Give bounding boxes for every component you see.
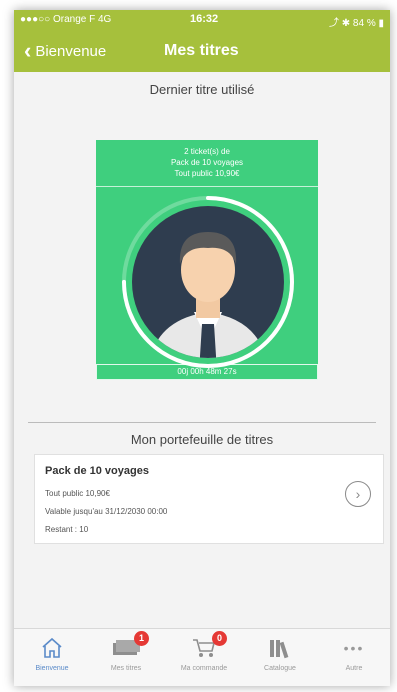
badge-count: 1 <box>134 631 149 646</box>
ticket-fare: Tout public 10,90€ <box>174 169 240 178</box>
tab-label: Catalogue <box>264 665 296 672</box>
tab-ma-commande[interactable]: 0 Ma commande <box>174 631 234 672</box>
tab-catalogue[interactable]: Catalogue <box>250 633 310 672</box>
ticket-divider <box>96 186 318 187</box>
wallet-ticket-price: Tout public 10,90€ <box>45 489 110 498</box>
chevron-right-icon[interactable]: › <box>345 481 371 507</box>
wallet-heading: Mon portefeuille de titres <box>130 432 274 447</box>
badge-count: 0 <box>212 631 227 646</box>
phone-screen: ●●●○○ Orange F 4G 16:32 ⤴ ✱ 84 % ▮ ‹ Bie… <box>14 10 390 686</box>
ticket-timer: 00j 00h 48m 27s <box>96 364 318 380</box>
last-ticket-card[interactable]: 2 ticket(s) de Pack de 10 voyages Tout p… <box>96 140 318 380</box>
tab-label: Bienvenue <box>35 665 69 672</box>
ticket-info: 2 ticket(s) de Pack de 10 voyages Tout p… <box>96 146 318 179</box>
tab-label: Ma commande <box>180 665 228 672</box>
avatar-icon <box>122 196 294 368</box>
tab-bar: Bienvenue 1 Mes titres 0 Ma commande Cat… <box>14 628 390 686</box>
wallet-ticket-validity: Valable jusqu'au 31/12/2030 00:00 <box>45 507 168 516</box>
tab-bienvenue[interactable]: Bienvenue <box>22 633 82 672</box>
status-bar: ●●●○○ Orange F 4G 16:32 ⤴ ✱ 84 % ▮ <box>14 10 390 32</box>
navigation-bar: ‹ Bienvenue Mes titres <box>14 32 390 72</box>
back-button-label: Bienvenue <box>35 42 107 60</box>
home-icon <box>42 637 62 658</box>
more-icon: ••• <box>343 640 365 656</box>
wallet-ticket-card[interactable]: Pack de 10 voyages Tout public 10,90€ Va… <box>34 454 384 544</box>
tab-label: Autre <box>345 665 363 672</box>
clock-label: 16:32 <box>190 13 219 25</box>
page-title: Mes titres <box>164 42 239 59</box>
last-ticket-heading: Dernier titre utilisé <box>149 82 255 97</box>
carrier-label: ●●●○○ Orange F 4G <box>20 14 112 25</box>
tab-label: Mes titres <box>110 665 142 672</box>
avatar-with-timer-ring <box>118 192 298 372</box>
ticket-product: Pack de 10 voyages <box>170 158 244 167</box>
tab-autre[interactable]: ••• Autre <box>324 633 384 672</box>
chevron-left-icon: ‹ <box>24 38 32 63</box>
wallet-ticket-remaining: Restant : 10 <box>45 525 89 534</box>
back-button[interactable]: ‹ Bienvenue <box>24 38 107 63</box>
tab-mes-titres[interactable]: 1 Mes titres <box>96 631 156 672</box>
books-icon <box>270 640 289 659</box>
wallet-ticket-name: Pack de 10 voyages <box>45 465 149 477</box>
section-divider <box>28 422 376 423</box>
battery-label: ⤴ ✱ 84 % ▮ <box>328 18 384 29</box>
ticket-count: 2 ticket(s) de <box>184 147 230 156</box>
